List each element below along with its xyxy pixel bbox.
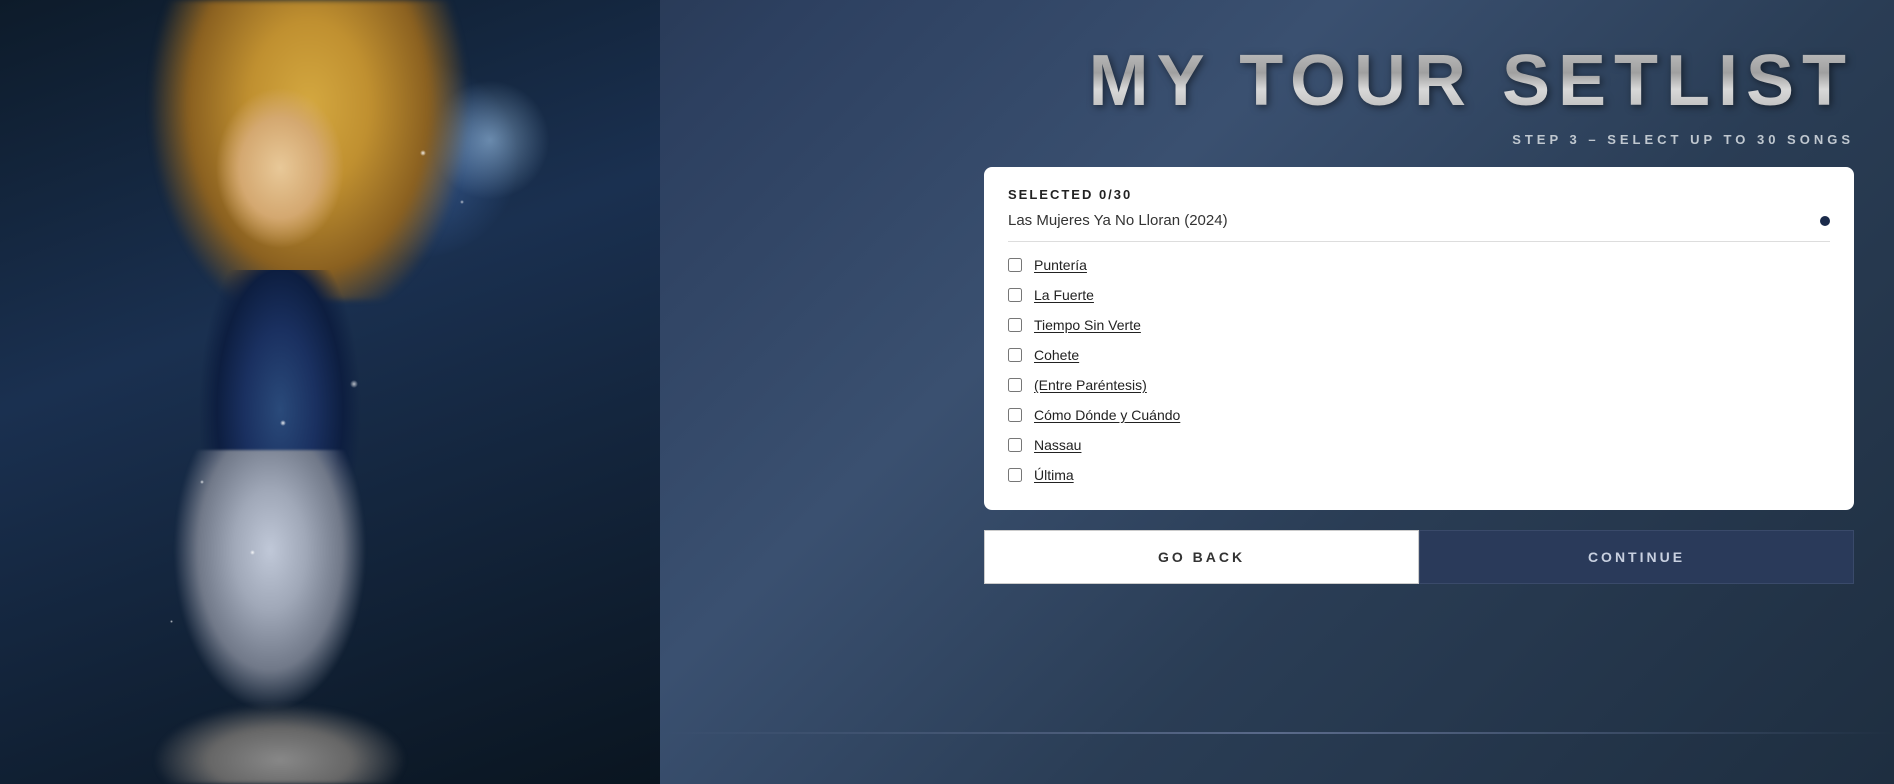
album-title: Las Mujeres Ya No Lloran (2024) (1008, 212, 1228, 229)
scroll-indicator (1820, 216, 1830, 226)
song-label-6[interactable]: Cómo Dónde y Cuándo (1034, 407, 1180, 423)
song-label-5[interactable]: (Entre Paréntesis) (1034, 377, 1147, 393)
song-checkbox-6[interactable] (1008, 408, 1022, 422)
song-checkbox-8[interactable] (1008, 468, 1022, 482)
song-checkbox-2[interactable] (1008, 288, 1022, 302)
list-item[interactable]: Puntería (1008, 250, 1830, 280)
go-back-button[interactable]: GO BACK (984, 530, 1419, 584)
bottom-line (660, 732, 1894, 734)
buttons-row: GO BACK CONTINUE (984, 530, 1854, 584)
song-label-7[interactable]: Nassau (1034, 437, 1081, 453)
song-checkbox-5[interactable] (1008, 378, 1022, 392)
song-selection-card: SELECTED 0/30 Las Mujeres Ya No Lloran (… (984, 167, 1854, 510)
songs-list: Puntería La Fuerte Tiempo Sin Verte Cohe… (1008, 250, 1830, 490)
continue-button[interactable]: CONTINUE (1419, 530, 1854, 584)
song-checkbox-4[interactable] (1008, 348, 1022, 362)
step-subtitle: STEP 3 – SELECT UP TO 30 SONGS (1512, 132, 1854, 147)
song-label-2[interactable]: La Fuerte (1034, 287, 1094, 303)
song-label-1[interactable]: Puntería (1034, 257, 1087, 273)
right-content-area: MY TOUR SETLIST STEP 3 – SELECT UP TO 30… (644, 0, 1894, 784)
list-item[interactable]: Cómo Dónde y Cuándo (1008, 400, 1830, 430)
song-checkbox-7[interactable] (1008, 438, 1022, 452)
list-item[interactable]: (Entre Paréntesis) (1008, 370, 1830, 400)
artist-image-area (0, 0, 660, 784)
list-item[interactable]: Última (1008, 460, 1830, 490)
song-label-4[interactable]: Cohete (1034, 347, 1079, 363)
page-title: MY TOUR SETLIST (1089, 40, 1854, 122)
song-label-3[interactable]: Tiempo Sin Verte (1034, 317, 1141, 333)
list-item[interactable]: Tiempo Sin Verte (1008, 310, 1830, 340)
list-item[interactable]: La Fuerte (1008, 280, 1830, 310)
album-header: Las Mujeres Ya No Lloran (2024) (1008, 212, 1830, 242)
list-item[interactable]: Cohete (1008, 340, 1830, 370)
selected-count-label: SELECTED 0/30 (1008, 187, 1830, 202)
song-label-8[interactable]: Última (1034, 467, 1074, 483)
list-item[interactable]: Nassau (1008, 430, 1830, 460)
song-checkbox-1[interactable] (1008, 258, 1022, 272)
song-checkbox-3[interactable] (1008, 318, 1022, 332)
